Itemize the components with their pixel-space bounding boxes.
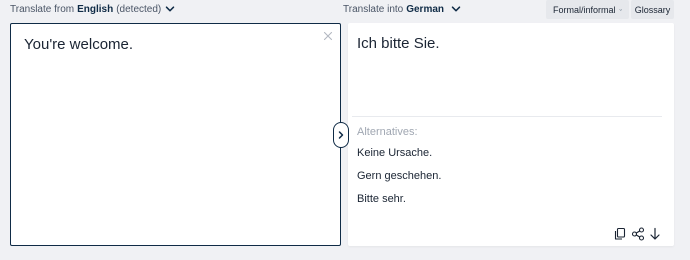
source-text-panel[interactable]: You're welcome. <box>10 23 341 246</box>
glossary-button[interactable]: Glossary <box>631 0 674 19</box>
target-language-selector[interactable]: Translate into German <box>343 3 462 15</box>
source-language-prefix: Translate from <box>10 3 75 15</box>
alternatives-label: Alternatives: <box>357 126 418 138</box>
formal-informal-button[interactable]: Formal/informal <box>546 0 629 19</box>
close-icon[interactable] <box>322 30 334 42</box>
collapse-toggle-button[interactable] <box>333 122 349 148</box>
target-language-name: German <box>406 3 445 15</box>
translation-output[interactable]: Ich bitte Sie. <box>357 35 440 52</box>
divider <box>352 116 662 117</box>
alternative-item[interactable]: Bitte sehr. <box>357 193 406 205</box>
source-language-name: English <box>77 3 114 15</box>
formal-informal-label: Formal/informal <box>553 4 616 15</box>
chevron-down-icon <box>619 8 622 11</box>
chevron-down-icon <box>166 6 175 12</box>
source-text-input[interactable]: You're welcome. <box>24 36 133 53</box>
share-icon[interactable] <box>631 227 645 241</box>
glossary-label: Glossary <box>634 4 671 15</box>
copy-icon[interactable] <box>613 227 627 241</box>
alternative-item[interactable]: Keine Ursache. <box>357 147 432 159</box>
translation-panel: Ich bitte Sie. Alternatives: Keine Ursac… <box>348 23 674 246</box>
download-icon[interactable] <box>648 227 662 241</box>
chevron-right-icon <box>338 131 344 139</box>
alternative-item[interactable]: Gern geschehen. <box>357 170 441 182</box>
source-language-detected: (detected) <box>116 3 162 15</box>
top-bar: Translate from English (detected) Transl… <box>0 0 690 22</box>
target-language-prefix: Translate into <box>343 3 404 15</box>
chevron-down-icon <box>451 6 461 12</box>
source-language-selector[interactable]: Translate from English (detected) <box>10 3 176 15</box>
